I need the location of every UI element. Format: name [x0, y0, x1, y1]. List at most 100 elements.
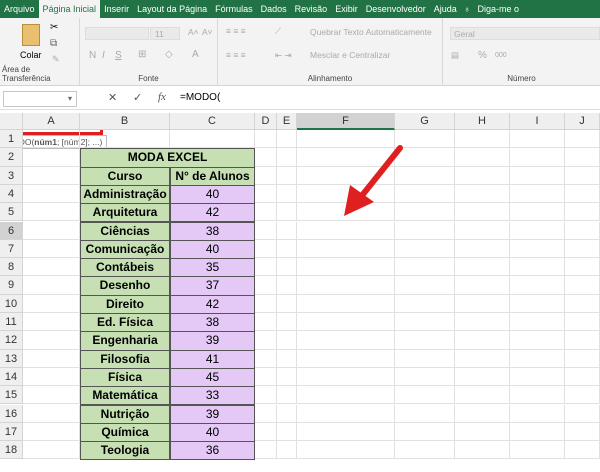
count-cell[interactable]: 40 [170, 239, 255, 260]
paste-button[interactable]: Colar [20, 50, 42, 60]
tab-6[interactable]: Revisão [291, 0, 332, 18]
tab-7[interactable]: Exibir [331, 0, 362, 18]
cell[interactable] [565, 258, 600, 277]
cell[interactable] [23, 203, 80, 222]
course-cell[interactable]: Filosofia [80, 349, 170, 369]
column-header-F[interactable]: F [297, 113, 395, 130]
count-cell[interactable]: 38 [170, 221, 255, 241]
cell[interactable] [565, 367, 600, 387]
course-cell[interactable]: Teologia [80, 441, 170, 461]
format-painter-icon[interactable]: ✎ [52, 54, 60, 65]
cell[interactable] [23, 184, 80, 204]
indent-icon[interactable]: ⇤ ⇥ [275, 50, 292, 61]
cell[interactable] [395, 367, 455, 387]
paste-icon[interactable] [22, 24, 40, 46]
cell[interactable] [510, 276, 565, 295]
cell[interactable] [277, 184, 297, 204]
cell[interactable] [510, 349, 565, 368]
cell[interactable] [23, 367, 80, 387]
cell[interactable] [23, 239, 80, 259]
borders-icon[interactable]: ⊞ [138, 49, 146, 60]
cell[interactable] [23, 404, 80, 423]
cell[interactable] [395, 258, 455, 277]
cell[interactable] [255, 166, 277, 185]
cell[interactable] [565, 349, 600, 368]
row-header-11[interactable]: 11 [0, 313, 23, 332]
cell[interactable] [170, 130, 255, 149]
wrap-text-button[interactable]: Quebrar Texto Automaticamente [310, 27, 432, 37]
cell[interactable] [395, 313, 455, 332]
font-color-icon[interactable]: A [192, 49, 199, 60]
cell[interactable] [455, 441, 510, 460]
enter-icon[interactable]: ✓ [133, 91, 142, 104]
cell[interactable] [510, 294, 565, 313]
cell[interactable] [277, 276, 297, 295]
cell[interactable] [455, 294, 510, 313]
cell[interactable] [510, 441, 565, 460]
tab-4[interactable]: Fórmulas [211, 0, 257, 18]
cell[interactable] [277, 331, 297, 350]
shrink-font-icon[interactable]: A˅ [202, 27, 213, 37]
cell[interactable] [255, 184, 277, 204]
cell[interactable] [255, 258, 277, 277]
percent-button[interactable]: % [478, 50, 487, 61]
cell[interactable] [455, 313, 510, 332]
cell[interactable] [565, 166, 600, 185]
cancel-icon[interactable]: ✕ [108, 91, 117, 104]
cell[interactable] [455, 184, 510, 204]
cell[interactable] [255, 422, 277, 442]
cell[interactable] [395, 276, 455, 295]
name-box[interactable]: ▾ [3, 91, 77, 107]
cell[interactable] [23, 331, 80, 350]
row-header-13[interactable]: 13 [0, 349, 23, 368]
course-cell[interactable]: Química [80, 422, 170, 443]
column-header-E[interactable]: E [277, 113, 297, 130]
cell[interactable] [297, 294, 395, 313]
font-name-select[interactable] [85, 27, 149, 40]
row-header-14[interactable]: 14 [0, 367, 23, 387]
currency-icon[interactable]: ▤ [451, 50, 459, 61]
cell[interactable] [455, 367, 510, 387]
cell[interactable] [395, 441, 455, 460]
thousands-button[interactable]: 000 [495, 52, 507, 59]
cell[interactable] [255, 148, 277, 167]
cell[interactable] [255, 349, 277, 368]
row-header-16[interactable]: 16 [0, 404, 23, 423]
row-header-15[interactable]: 15 [0, 386, 23, 405]
tab-8[interactable]: Desenvolvedor [362, 0, 430, 18]
tab-1[interactable]: Página Inicial [38, 0, 101, 18]
fill-color-icon[interactable]: ◇ [165, 49, 173, 60]
cell[interactable] [23, 422, 80, 442]
tab-9[interactable]: Ajuda [430, 0, 461, 18]
cell[interactable] [455, 349, 510, 368]
course-cell[interactable]: Física [80, 367, 170, 388]
cell[interactable] [297, 276, 395, 295]
cell[interactable] [455, 148, 510, 167]
cell[interactable] [277, 349, 297, 368]
count-cell[interactable]: 42 [170, 203, 255, 223]
cell[interactable] [455, 166, 510, 185]
cell[interactable] [455, 221, 510, 240]
cell[interactable] [23, 221, 80, 240]
count-cell[interactable]: 35 [170, 258, 255, 278]
cell[interactable] [510, 130, 565, 149]
cell[interactable] [565, 221, 600, 240]
cell[interactable] [565, 294, 600, 313]
cell[interactable] [395, 422, 455, 442]
row-header-4[interactable]: 4 [0, 184, 23, 204]
cell[interactable] [565, 184, 600, 204]
cell[interactable] [277, 294, 297, 313]
align-left-icon[interactable]: ≡ ≡ ≡ [226, 50, 246, 60]
row-header-3[interactable]: 3 [0, 166, 23, 185]
course-cell[interactable]: Nutrição [80, 404, 170, 424]
cell[interactable] [277, 258, 297, 277]
row-header-8[interactable]: 8 [0, 258, 23, 277]
cell[interactable] [23, 313, 80, 332]
cell[interactable] [255, 203, 277, 222]
cell[interactable] [565, 404, 600, 423]
header-alunos[interactable]: N° de Alunos [170, 166, 255, 186]
align-top-icon[interactable]: ≡ ≡ ≡ [226, 26, 246, 36]
cell[interactable] [277, 404, 297, 423]
course-cell[interactable]: Ciências [80, 221, 170, 241]
cell[interactable] [297, 441, 395, 460]
